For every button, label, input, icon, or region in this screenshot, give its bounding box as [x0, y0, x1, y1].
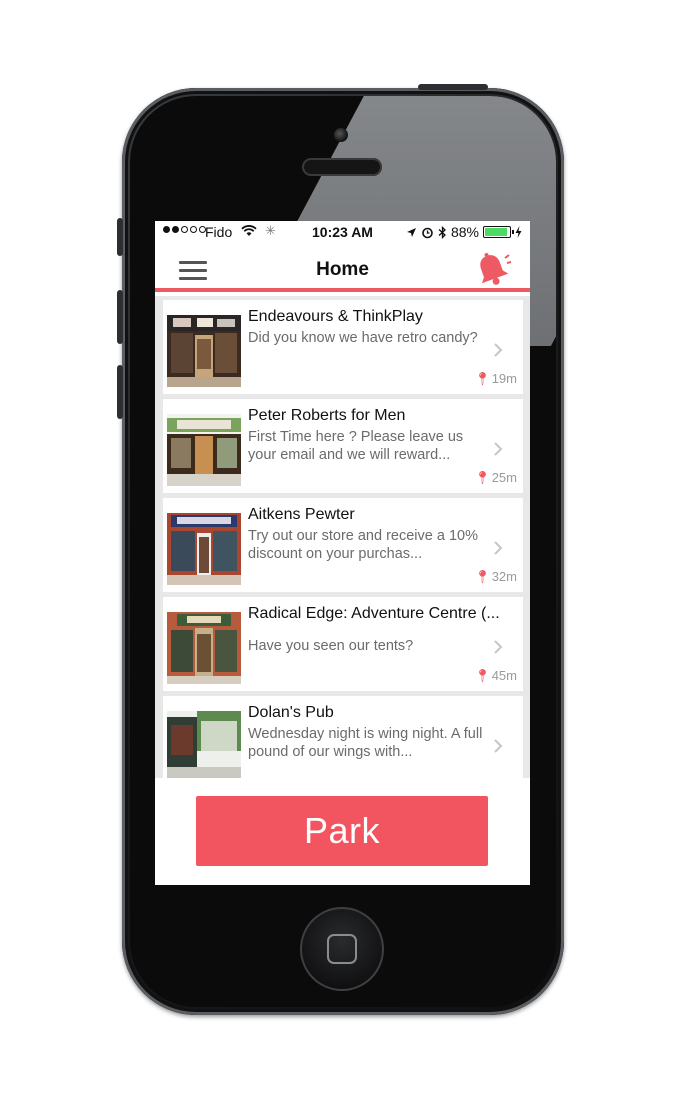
distance-label: 📍︎32m [474, 569, 517, 584]
chevron-right-icon [494, 442, 503, 456]
distance-label: 📍︎19m [474, 371, 517, 386]
place-name: Aitkens Pewter [248, 506, 355, 523]
nav-bar: Home [155, 245, 530, 292]
place-name: Radical Edge: Adventure Centre (... [248, 605, 500, 622]
location-pin-icon: 📍︎ [474, 470, 491, 485]
location-pin-icon: 📍︎ [474, 371, 491, 386]
store-thumbnail [167, 513, 241, 585]
distance-label: 📍︎25m [474, 470, 517, 485]
store-thumbnail [167, 711, 241, 778]
bell-icon[interactable] [472, 251, 512, 289]
list-item[interactable]: Endeavours & ThinkPlay Did you know we h… [163, 300, 523, 394]
chevron-right-icon [494, 640, 503, 654]
list-item[interactable]: Aitkens Pewter Try out our store and rec… [163, 498, 523, 592]
mute-switch [117, 218, 123, 256]
place-name: Endeavours & ThinkPlay [248, 308, 423, 325]
chevron-right-icon [494, 541, 503, 555]
park-button[interactable]: Park [196, 796, 488, 866]
list-item[interactable]: Radical Edge: Adventure Centre (... Have… [163, 597, 523, 691]
volume-up-button [117, 290, 123, 344]
chevron-right-icon [494, 739, 503, 753]
list-item[interactable]: Dolan's Pub Wednesday night is wing nigh… [163, 696, 523, 778]
battery-percent: 88% [450, 224, 479, 240]
charging-bolt-icon [515, 226, 522, 238]
location-pin-icon: 📍︎ [474, 569, 491, 584]
place-description: Did you know we have retro candy? [248, 330, 478, 346]
place-description: Have you seen our tents? [248, 638, 414, 654]
place-name: Dolan's Pub [248, 704, 334, 721]
power-button [418, 84, 488, 90]
front-camera [334, 128, 348, 142]
place-description: Try out our store and receive a 10% disc… [248, 528, 478, 562]
battery-icon [483, 226, 514, 238]
location-arrow-icon [406, 227, 416, 237]
distance-label: 📍︎45m [474, 668, 517, 683]
location-pin-icon: 📍︎ [474, 668, 491, 683]
places-list[interactable]: Endeavours & ThinkPlay Did you know we h… [155, 296, 530, 778]
store-thumbnail [167, 414, 241, 486]
app-screen: Fido ✳ 10:23 AM 88% Home Endeavours & Th… [155, 221, 530, 885]
earpiece-speaker [302, 158, 382, 176]
home-button[interactable] [300, 907, 384, 991]
volume-down-button [117, 365, 123, 419]
chevron-right-icon [494, 343, 503, 357]
place-name: Peter Roberts for Men [248, 407, 406, 424]
place-description: Wednesday night is wing night. A full po… [248, 726, 483, 760]
store-thumbnail [167, 612, 241, 684]
status-right: 88% [406, 224, 522, 240]
list-item[interactable]: Peter Roberts for Men First Time here ? … [163, 399, 523, 493]
alarm-icon [422, 227, 433, 238]
place-description: First Time here ? Please leave us your e… [248, 429, 464, 463]
status-bar: Fido ✳ 10:23 AM 88% [155, 221, 530, 245]
bluetooth-icon [438, 225, 446, 239]
store-thumbnail [167, 315, 241, 387]
